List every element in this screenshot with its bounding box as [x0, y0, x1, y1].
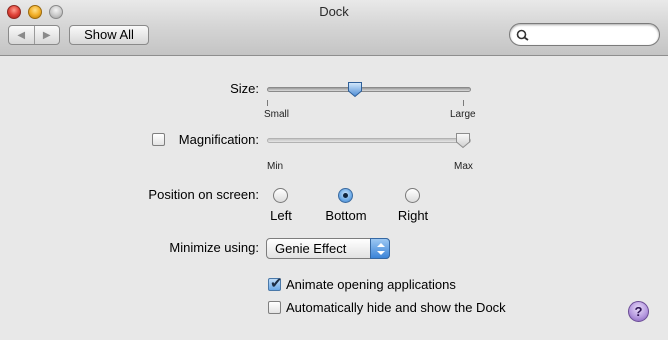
- search-input[interactable]: [532, 27, 652, 42]
- position-bottom-radio[interactable]: [338, 188, 353, 203]
- magnification-slider-track[interactable]: [267, 138, 471, 143]
- magnification-slider-thumb[interactable]: [455, 132, 471, 149]
- magnification-min-label: Min: [267, 161, 284, 172]
- left-arrow-icon: ◀: [17, 29, 26, 41]
- magnification-max-label: Max: [454, 161, 473, 172]
- size-max-label: Large: [450, 109, 476, 120]
- popup-arrows-icon: [370, 238, 390, 259]
- size-slider-ticks: [267, 100, 471, 106]
- position-label: Position on screen:: [148, 187, 259, 202]
- autohide-dock-checkbox[interactable]: [268, 301, 281, 314]
- search-icon: [516, 29, 529, 41]
- checkmark-icon: ✔: [270, 275, 283, 292]
- right-arrow-icon: ▶: [42, 29, 51, 41]
- help-button[interactable]: ?: [628, 301, 649, 322]
- animate-opening-checkbox[interactable]: ✔: [268, 275, 283, 292]
- show-all-button[interactable]: Show All: [69, 25, 149, 45]
- position-right-label: Right: [397, 208, 429, 223]
- minimize-label: Minimize using:: [169, 240, 259, 255]
- title-bar: Dock ◀ ▶ Show All: [0, 0, 668, 56]
- size-min-label: Small: [264, 109, 290, 120]
- navigation-segmented-control: ◀ ▶: [8, 25, 60, 45]
- animate-opening-label: Animate opening applications: [286, 277, 456, 292]
- position-right-radio[interactable]: [405, 188, 420, 203]
- minimize-effect-value: Genie Effect: [275, 241, 347, 256]
- size-label: Size:: [230, 81, 259, 96]
- autohide-dock-label: Automatically hide and show the Dock: [286, 300, 506, 315]
- position-bottom-label: Bottom: [325, 208, 367, 223]
- magnification-label: Magnification:: [178, 132, 259, 147]
- size-slider-track[interactable]: [267, 87, 471, 92]
- search-field[interactable]: [509, 23, 660, 46]
- minimize-effect-popup[interactable]: Genie Effect: [266, 238, 390, 259]
- window-title: Dock: [319, 4, 349, 19]
- forward-button[interactable]: ▶: [33, 26, 60, 44]
- size-slider-thumb[interactable]: [347, 81, 363, 98]
- back-button[interactable]: ◀: [9, 26, 34, 44]
- position-left-label: Left: [270, 208, 292, 223]
- position-left-radio[interactable]: [273, 188, 288, 203]
